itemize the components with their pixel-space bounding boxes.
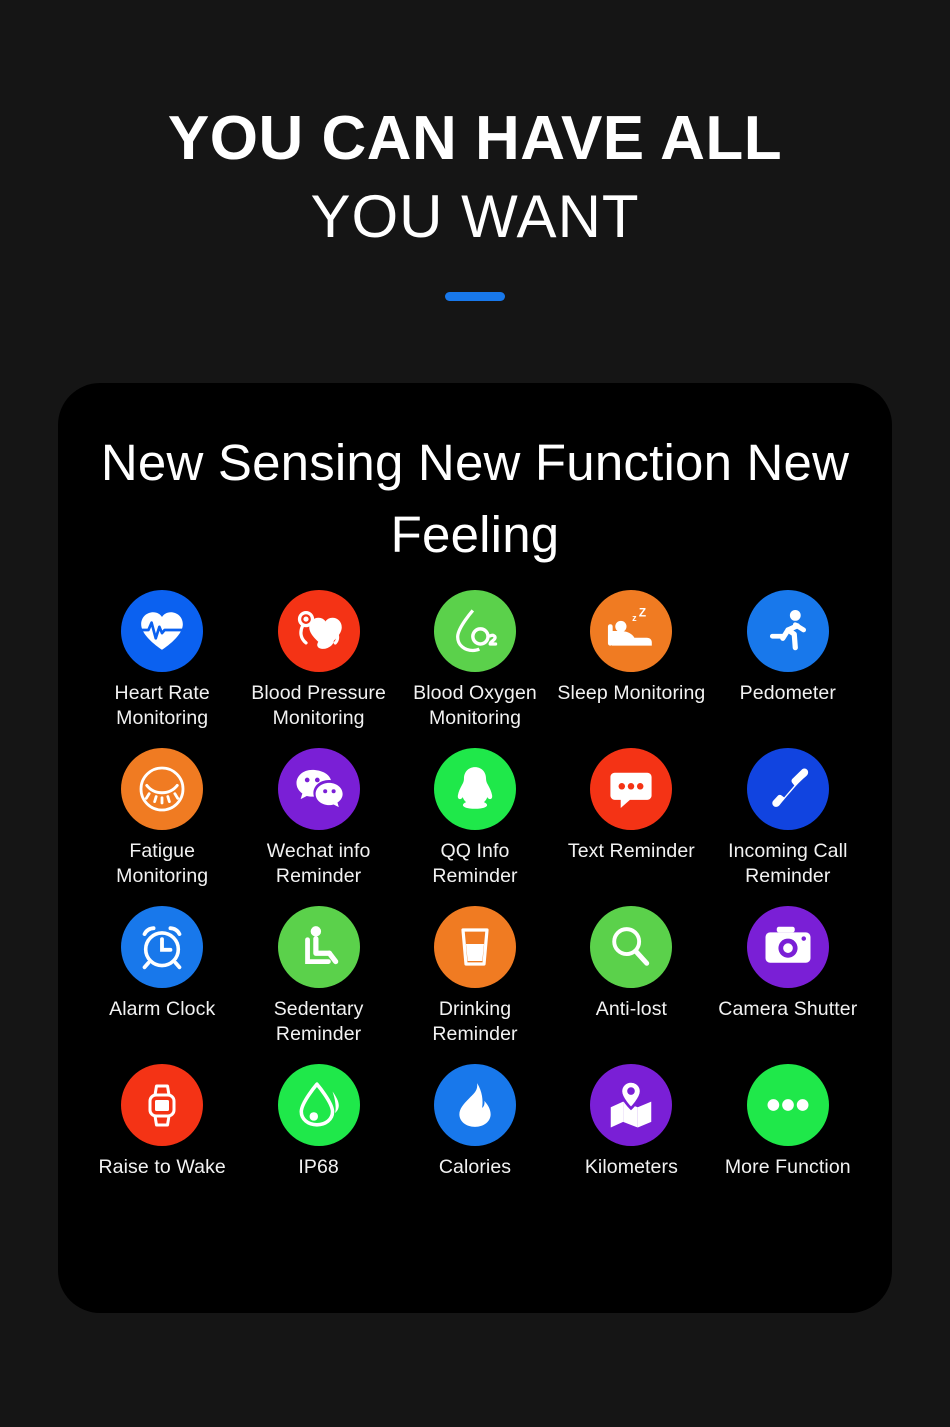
feature-item[interactable]: Kilometers bbox=[553, 1063, 709, 1222]
hero-headline-primary: YOU CAN HAVE ALL bbox=[167, 104, 783, 173]
running-person-icon bbox=[746, 589, 829, 672]
feature-label: Incoming Call Reminder bbox=[728, 839, 848, 887]
oxygen-droplet-icon bbox=[433, 589, 516, 672]
feature-item[interactable]: Raise to Wake bbox=[84, 1063, 240, 1222]
seated-person-icon bbox=[277, 905, 360, 988]
feature-label: Sedentary Reminder bbox=[273, 997, 364, 1045]
feature-item[interactable]: Camera Shutter bbox=[710, 905, 866, 1064]
feature-item[interactable]: Drinking Reminder bbox=[397, 905, 553, 1064]
feature-label: Pedometer bbox=[739, 681, 836, 704]
feature-item[interactable]: Blood Oxygen Monitoring bbox=[397, 589, 553, 748]
feature-label: Raise to Wake bbox=[98, 1155, 226, 1178]
smartwatch-icon bbox=[121, 1063, 204, 1146]
three-dots-icon bbox=[746, 1063, 829, 1146]
feature-label: QQ Info Reminder bbox=[432, 839, 518, 887]
feature-card: New Sensing New Function New Feeling Hea… bbox=[58, 383, 892, 1313]
feature-item[interactable]: Text Reminder bbox=[553, 747, 709, 906]
feature-label: Anti-lost bbox=[595, 997, 668, 1020]
feature-label: More Function bbox=[724, 1155, 851, 1178]
closed-eye-icon bbox=[121, 747, 204, 830]
feature-grid: Heart Rate Monitoring Blood Pressure Mon… bbox=[58, 572, 892, 1222]
heart-pulse-icon bbox=[121, 589, 204, 672]
camera-icon bbox=[746, 905, 829, 988]
feature-item[interactable]: Anti-lost bbox=[553, 905, 709, 1064]
feature-poster: YOU CAN HAVE ALL YOU WANT New Sensing Ne… bbox=[0, 0, 950, 1427]
card-title: New Sensing New Function New Feeling bbox=[100, 434, 850, 564]
feature-item[interactable]: Alarm Clock bbox=[84, 905, 240, 1064]
bed-sleep-icon: z Z bbox=[590, 589, 673, 672]
map-pin-icon bbox=[590, 1063, 673, 1146]
feature-item[interactable]: Sedentary Reminder bbox=[240, 905, 396, 1064]
feature-item[interactable]: Blood Pressure Monitoring bbox=[240, 589, 396, 748]
phone-handset-icon bbox=[746, 747, 829, 830]
blood-pressure-cuff-icon bbox=[277, 589, 360, 672]
feature-item[interactable]: More Function bbox=[710, 1063, 866, 1222]
feature-label: Blood Oxygen Monitoring bbox=[413, 681, 537, 729]
wechat-bubbles-icon bbox=[277, 747, 360, 830]
accent-divider bbox=[445, 292, 505, 302]
flame-icon bbox=[433, 1063, 516, 1146]
feature-label: Alarm Clock bbox=[109, 997, 216, 1020]
feature-item[interactable]: Pedometer bbox=[710, 589, 866, 748]
feature-label: Fatigue Monitoring bbox=[116, 839, 209, 887]
feature-label: Sleep Monitoring bbox=[557, 681, 706, 704]
feature-item[interactable]: QQ Info Reminder bbox=[397, 747, 553, 906]
feature-label: Wechat info Reminder bbox=[266, 839, 371, 887]
feature-label: Kilometers bbox=[584, 1155, 678, 1178]
feature-label: Blood Pressure Monitoring bbox=[251, 681, 386, 729]
feature-item[interactable]: z Z Sleep Monitoring bbox=[553, 589, 709, 748]
svg-text:Z: Z bbox=[639, 605, 646, 619]
feature-item[interactable]: Fatigue Monitoring bbox=[84, 747, 240, 906]
feature-item[interactable]: Wechat info Reminder bbox=[240, 747, 396, 906]
feature-label: Heart Rate Monitoring bbox=[114, 681, 210, 729]
feature-label: Camera Shutter bbox=[718, 997, 858, 1020]
feature-label: Calories bbox=[438, 1155, 512, 1178]
qq-penguin-icon bbox=[433, 747, 516, 830]
water-droplet-icon bbox=[277, 1063, 360, 1146]
alarm-clock-icon bbox=[121, 905, 204, 988]
hero-section: YOU CAN HAVE ALL YOU WANT bbox=[0, 0, 950, 302]
water-glass-icon bbox=[433, 905, 516, 988]
feature-label: Drinking Reminder bbox=[432, 997, 518, 1045]
feature-item[interactable]: Heart Rate Monitoring bbox=[84, 589, 240, 748]
feature-label: IP68 bbox=[298, 1155, 339, 1178]
feature-item[interactable]: Incoming Call Reminder bbox=[710, 747, 866, 906]
feature-item[interactable]: Calories bbox=[397, 1063, 553, 1222]
feature-label: Text Reminder bbox=[567, 839, 695, 862]
message-bubble-icon bbox=[590, 747, 673, 830]
hero-headline-secondary: YOU WANT bbox=[310, 183, 640, 251]
feature-item[interactable]: IP68 bbox=[240, 1063, 396, 1222]
magnifier-icon bbox=[590, 905, 673, 988]
svg-text:z: z bbox=[633, 613, 638, 623]
